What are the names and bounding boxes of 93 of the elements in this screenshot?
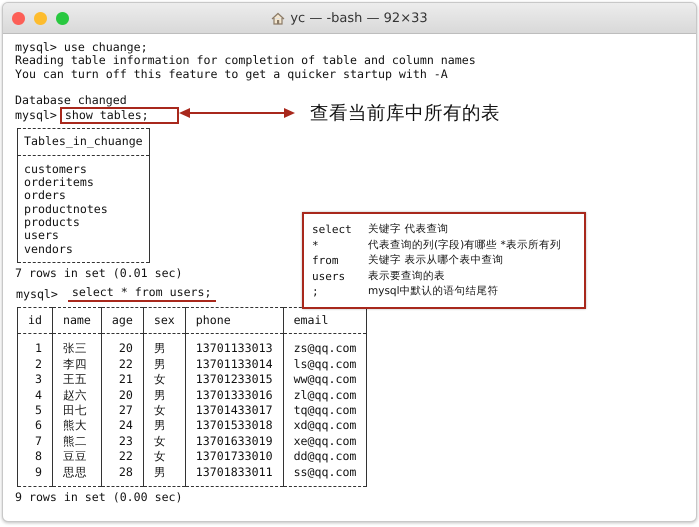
table-cell: 13701433017 [185,403,284,418]
command-text: select * from users; [68,286,216,302]
table-cell: 22 [101,356,144,372]
table-cell: 13701733010 [185,449,284,465]
home-icon [271,12,286,24]
keyword-description: mysql中默认的语句结尾符 [368,285,500,298]
column-header: name [52,308,102,334]
table-cell: 李四 [52,356,102,372]
table-cell: 张三 [52,334,102,357]
keyword-term: ; [312,285,320,298]
table-cell: 28 [101,464,144,487]
table-cell: xe@qq.com [283,434,367,450]
table-cell: 熊二 [52,434,102,450]
keyword-description: 表示要查询的表 [368,270,446,283]
table-cell: zl@qq.com [283,388,367,404]
keyword-term: from [312,254,340,268]
close-button[interactable] [12,12,25,24]
keyword-term: * [312,238,320,252]
table-cell: tq@qq.com [283,403,367,418]
table-cell: orders [18,189,150,203]
table-cell: 男 [143,418,186,434]
terminal-line: Reading table information for completion of table and column names [15,54,476,68]
terminal-line: Database changed [15,94,127,108]
table-cell: 王五 [52,372,102,388]
table-cell: 男 [143,464,186,487]
terminal-line: You can turn off this feature to get a quicker startup with -A [15,68,448,81]
window-title: yc — -bash — 92×33 [290,10,428,26]
table-cell: 13701633019 [185,434,284,450]
terminal-line: mysql> use chuange; [15,41,148,54]
table-cell: 2 [18,356,52,372]
keyword-term: users [312,270,346,283]
table-cell: 赵六 [52,388,102,404]
table-cell: products [18,216,150,230]
keyword-term: select [312,223,353,236]
table-cell: 13701133014 [185,356,284,372]
table-cell: ls@qq.com [283,356,367,372]
table-cell: 6 [18,418,52,434]
prompt: mysql> [15,108,57,122]
table-cell: 女 [143,449,186,465]
table-cell: 女 [143,403,186,418]
table-cell: ss@qq.com [283,464,367,487]
column-header: sex [143,308,186,334]
table-cell: dd@qq.com [283,449,367,465]
table-cell: orderitems [18,176,150,190]
table-cell: 熊大 [52,418,102,434]
table-cell: ww@qq.com [283,372,367,388]
minimize-button[interactable] [34,12,47,24]
column-header: Tables_in_chuange [18,128,150,156]
table-cell: 23 [101,434,144,450]
table-cell: 9 [18,464,52,487]
table-cell: customers [18,155,150,176]
table-cell: 20 [101,388,144,404]
table-cell: 3 [18,372,52,388]
prompt: mysql> [16,288,58,301]
keyword-description: 关键字 代表查询 [368,223,450,236]
table-cell: 豆豆 [52,449,102,465]
terminal-line: 7 rows in set (0.01 sec) [15,266,183,280]
column-header: phone [185,308,284,334]
table-cell: 21 [101,372,144,388]
table-cell: 男 [143,388,186,404]
table-cell: 13701233015 [185,372,284,388]
arrow-caption: 查看当前库中所有的表 [310,102,500,125]
terminal-line: 9 rows in set (0.00 sec) [15,491,183,504]
column-header: age [101,308,144,334]
keyword-description: 关键字 表示从哪个表中查询 [368,254,504,268]
table-cell: 4 [18,388,52,404]
table-cell: 1 [18,334,52,357]
keyword-description: 代表查询的列(字段)有哪些 *表示所有列 [368,238,562,252]
table-cell: xd@qq.com [283,418,367,434]
table-cell: zs@qq.com [283,334,367,357]
table-cell: 8 [18,449,52,465]
table-cell: 27 [101,403,144,418]
table-cell: 13701333016 [185,388,284,404]
zoom-button[interactable] [56,12,69,24]
table-cell: 22 [101,449,144,465]
table-cell: 5 [18,403,52,418]
table-cell: vendors [18,242,150,262]
table-cell: users [18,229,150,243]
column-header: id [18,308,52,334]
command-text: show tables; [60,106,179,124]
table-cell: 24 [101,418,144,434]
table-cell: 男 [143,334,186,357]
table-cell: 20 [101,334,144,357]
table-cell: 13701833011 [185,464,284,487]
table-cell: 13701533018 [185,418,284,434]
table-cell: 田七 [52,403,102,418]
table-cell: 男 [143,356,186,372]
table-cell: 思思 [52,464,102,487]
table-cell: productnotes [18,202,150,216]
table-cell: 女 [143,434,186,450]
table-cell: 13701133013 [185,334,284,357]
table-cell: 7 [18,434,52,450]
table-cell: 女 [143,372,186,388]
